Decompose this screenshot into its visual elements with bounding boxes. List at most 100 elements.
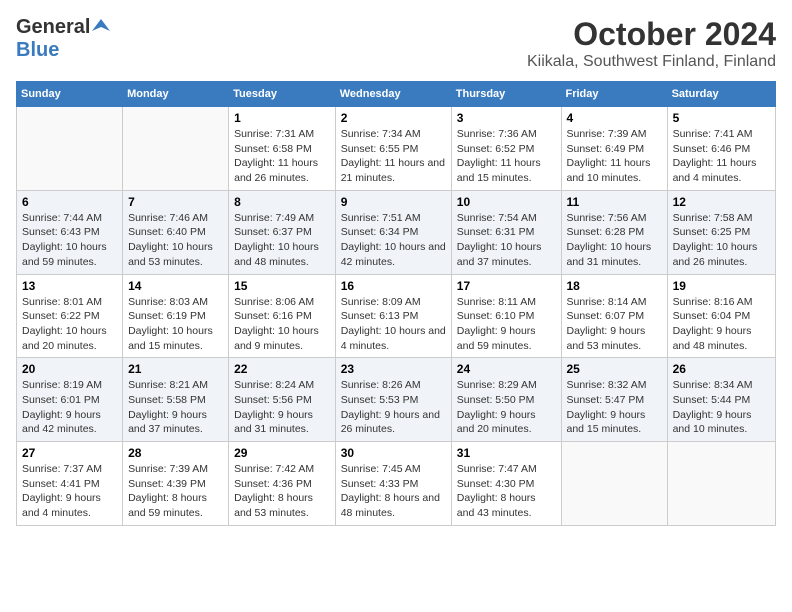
calendar-week-row: 1Sunrise: 7:31 AMSunset: 6:58 PMDaylight… (17, 107, 776, 191)
day-number: 5 (673, 111, 770, 125)
calendar-cell: 20 Sunrise: 8:19 AMSunset: 6:01 PMDayligh… (17, 358, 123, 442)
calendar-cell: 17 Sunrise: 8:11 AMSunset: 6:10 PMDayligh… (451, 274, 561, 358)
day-number: 31 (457, 446, 556, 460)
day-info: Sunrise: 7:31 AMSunset: 6:58 PMDaylight:… (234, 127, 330, 186)
day-info: Sunrise: 7:44 AMSunset: 6:43 PMDaylight:… (22, 211, 117, 270)
calendar-cell: 21 Sunrise: 8:21 AMSunset: 5:58 PMDayligh… (123, 358, 229, 442)
day-info: Sunrise: 7:56 AMSunset: 6:28 PMDaylight:… (567, 211, 662, 270)
day-info: Sunrise: 8:01 AMSunset: 6:22 PMDaylight:… (22, 295, 117, 354)
day-info: Sunrise: 7:39 AMSunset: 4:39 PMDaylight:… (128, 462, 223, 521)
day-number: 23 (341, 362, 446, 376)
day-number: 29 (234, 446, 330, 460)
logo-blue-text: Blue (16, 39, 59, 61)
calendar-week-row: 6 Sunrise: 7:44 AMSunset: 6:43 PMDaylight… (17, 190, 776, 274)
day-info: Sunrise: 8:14 AMSunset: 6:07 PMDaylight:… (567, 295, 662, 354)
logo: General Blue (16, 16, 110, 62)
calendar-day-header: Tuesday (229, 82, 336, 107)
day-number: 26 (673, 362, 770, 376)
calendar-cell: 16Sunrise: 8:09 AMSunset: 6:13 PMDayligh… (335, 274, 451, 358)
day-info: Sunrise: 8:16 AMSunset: 6:04 PMDaylight:… (673, 295, 770, 354)
day-info: Sunrise: 7:39 AMSunset: 6:49 PMDaylight:… (567, 127, 662, 186)
calendar-cell: 14Sunrise: 8:03 AMSunset: 6:19 PMDayligh… (123, 274, 229, 358)
day-info: Sunrise: 8:26 AMSunset: 5:53 PMDaylight:… (341, 378, 446, 437)
page-header: General Blue October 2024 Kiikala, South… (16, 16, 776, 71)
day-number: 19 (673, 279, 770, 293)
day-info: Sunrise: 8:34 AMSunset: 5:44 PMDaylight:… (673, 378, 770, 437)
day-info: Sunrise: 7:54 AMSunset: 6:31 PMDaylight:… (457, 211, 556, 270)
calendar-cell: 25Sunrise: 8:32 AMSunset: 5:47 PMDayligh… (561, 358, 667, 442)
title-section: October 2024 Kiikala, Southwest Finland,… (527, 16, 776, 71)
calendar-table: SundayMondayTuesdayWednesdayThursdayFrid… (16, 81, 776, 526)
calendar-cell: 1Sunrise: 7:31 AMSunset: 6:58 PMDaylight… (229, 107, 336, 191)
day-number: 18 (567, 279, 662, 293)
day-info: Sunrise: 8:24 AMSunset: 5:56 PMDaylight:… (234, 378, 330, 437)
calendar-cell: 22 Sunrise: 8:24 AMSunset: 5:56 PMDayligh… (229, 358, 336, 442)
day-number: 8 (234, 195, 330, 209)
day-info: Sunrise: 7:51 AMSunset: 6:34 PMDaylight:… (341, 211, 446, 270)
calendar-cell: 10 Sunrise: 7:54 AMSunset: 6:31 PMDayligh… (451, 190, 561, 274)
calendar-cell (17, 107, 123, 191)
day-number: 17 (457, 279, 556, 293)
calendar-cell: 29 Sunrise: 7:42 AMSunset: 4:36 PMDayligh… (229, 442, 336, 526)
calendar-cell (667, 442, 775, 526)
calendar-cell: 28 Sunrise: 7:39 AMSunset: 4:39 PMDayligh… (123, 442, 229, 526)
day-number: 24 (457, 362, 556, 376)
day-info: Sunrise: 7:46 AMSunset: 6:40 PMDaylight:… (128, 211, 223, 270)
day-info: Sunrise: 7:47 AMSunset: 4:30 PMDaylight:… (457, 462, 556, 521)
calendar-cell: 24Sunrise: 8:29 AMSunset: 5:50 PMDayligh… (451, 358, 561, 442)
calendar-week-row: 27 Sunrise: 7:37 AMSunset: 4:41 PMDayligh… (17, 442, 776, 526)
calendar-day-header: Friday (561, 82, 667, 107)
calendar-cell: 15Sunrise: 8:06 AMSunset: 6:16 PMDayligh… (229, 274, 336, 358)
day-number: 27 (22, 446, 117, 460)
calendar-cell: 6 Sunrise: 7:44 AMSunset: 6:43 PMDaylight… (17, 190, 123, 274)
day-number: 21 (128, 362, 223, 376)
day-info: Sunrise: 7:42 AMSunset: 4:36 PMDaylight:… (234, 462, 330, 521)
day-number: 28 (128, 446, 223, 460)
day-number: 11 (567, 195, 662, 209)
day-info: Sunrise: 7:45 AMSunset: 4:33 PMDaylight:… (341, 462, 446, 521)
day-number: 30 (341, 446, 446, 460)
calendar-cell: 3 Sunrise: 7:36 AMSunset: 6:52 PMDaylight… (451, 107, 561, 191)
calendar-cell: 4Sunrise: 7:39 AMSunset: 6:49 PMDaylight… (561, 107, 667, 191)
calendar-day-header: Sunday (17, 82, 123, 107)
calendar-cell: 11 Sunrise: 7:56 AMSunset: 6:28 PMDayligh… (561, 190, 667, 274)
calendar-week-row: 13 Sunrise: 8:01 AMSunset: 6:22 PMDayligh… (17, 274, 776, 358)
day-number: 15 (234, 279, 330, 293)
day-number: 6 (22, 195, 117, 209)
day-info: Sunrise: 7:36 AMSunset: 6:52 PMDaylight:… (457, 127, 556, 186)
day-number: 20 (22, 362, 117, 376)
day-number: 10 (457, 195, 556, 209)
calendar-cell: 12Sunrise: 7:58 AMSunset: 6:25 PMDayligh… (667, 190, 775, 274)
calendar-cell: 8Sunrise: 7:49 AMSunset: 6:37 PMDaylight… (229, 190, 336, 274)
day-info: Sunrise: 8:21 AMSunset: 5:58 PMDaylight:… (128, 378, 223, 437)
location-title: Kiikala, Southwest Finland, Finland (527, 53, 776, 71)
day-info: Sunrise: 8:19 AMSunset: 6:01 PMDaylight:… (22, 378, 117, 437)
day-number: 3 (457, 111, 556, 125)
day-number: 12 (673, 195, 770, 209)
calendar-day-header: Monday (123, 82, 229, 107)
calendar-cell: 5 Sunrise: 7:41 AMSunset: 6:46 PMDaylight… (667, 107, 775, 191)
day-number: 16 (341, 279, 446, 293)
calendar-cell: 9 Sunrise: 7:51 AMSunset: 6:34 PMDaylight… (335, 190, 451, 274)
calendar-cell: 26 Sunrise: 8:34 AMSunset: 5:44 PMDayligh… (667, 358, 775, 442)
calendar-header-row: SundayMondayTuesdayWednesdayThursdayFrid… (17, 82, 776, 107)
day-info: Sunrise: 7:34 AMSunset: 6:55 PMDaylight:… (341, 127, 446, 186)
day-info: Sunrise: 8:32 AMSunset: 5:47 PMDaylight:… (567, 378, 662, 437)
day-number: 13 (22, 279, 117, 293)
calendar-cell: 23 Sunrise: 8:26 AMSunset: 5:53 PMDayligh… (335, 358, 451, 442)
calendar-cell (561, 442, 667, 526)
day-info: Sunrise: 8:03 AMSunset: 6:19 PMDaylight:… (128, 295, 223, 354)
day-number: 22 (234, 362, 330, 376)
calendar-day-header: Thursday (451, 82, 561, 107)
calendar-cell: 19 Sunrise: 8:16 AMSunset: 6:04 PMDayligh… (667, 274, 775, 358)
day-info: Sunrise: 7:37 AMSunset: 4:41 PMDaylight:… (22, 462, 117, 521)
calendar-cell: 27 Sunrise: 7:37 AMSunset: 4:41 PMDayligh… (17, 442, 123, 526)
calendar-day-header: Saturday (667, 82, 775, 107)
calendar-cell (123, 107, 229, 191)
day-info: Sunrise: 8:11 AMSunset: 6:10 PMDaylight:… (457, 295, 556, 354)
calendar-cell: 13 Sunrise: 8:01 AMSunset: 6:22 PMDayligh… (17, 274, 123, 358)
calendar-cell: 18 Sunrise: 8:14 AMSunset: 6:07 PMDayligh… (561, 274, 667, 358)
day-number: 9 (341, 195, 446, 209)
logo-bird-icon (92, 17, 110, 35)
day-info: Sunrise: 7:41 AMSunset: 6:46 PMDaylight:… (673, 127, 770, 186)
